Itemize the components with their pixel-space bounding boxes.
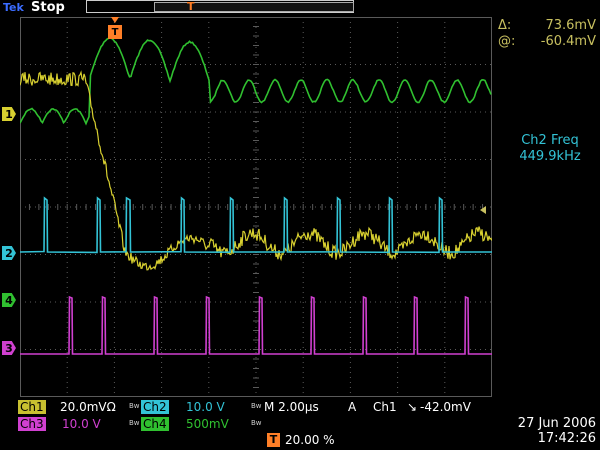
ch2-label[interactable]: Ch2 (141, 400, 169, 414)
date-time: 27 Jun 2006 17:42:26 (502, 416, 596, 446)
trigger-position-value[interactable]: 20.00 % (285, 433, 335, 447)
trigger-position-arrow (111, 17, 119, 23)
ch3-label[interactable]: Ch3 (18, 417, 46, 431)
ch4-scale[interactable]: 500mV (186, 417, 229, 431)
record-view-window[interactable] (154, 2, 354, 12)
ch1-waveform (20, 70, 492, 271)
cursor-delta-value: 73.6mV (545, 18, 596, 33)
ch1-scale[interactable]: 20.0mVΩ (60, 400, 116, 414)
time: 17:42:26 (537, 431, 596, 446)
trigger-slope-icon: ↘ (407, 400, 418, 414)
waveform-display[interactable] (20, 17, 492, 397)
run-status[interactable]: Stop (31, 0, 65, 15)
ch4-waveform (20, 37, 492, 126)
ch4-label[interactable]: Ch4 (141, 417, 169, 431)
ch2-bw-limit: Bw (251, 402, 262, 410)
measurement-value: 449.9kHz (519, 149, 581, 164)
timebase-setting[interactable]: M 2.00µs (264, 400, 319, 414)
trigger-mode[interactable]: A (348, 400, 356, 414)
trigger-position-marker[interactable]: T (108, 25, 122, 39)
date: 27 Jun 2006 (517, 416, 596, 431)
ch1-marker[interactable]: 1 (2, 107, 16, 121)
cursor-at-label: @: (498, 34, 516, 49)
cursor-at-value: -60.4mV (540, 34, 596, 49)
trigger-position-icon: T (267, 433, 280, 447)
trigger-source[interactable]: Ch1 (373, 400, 397, 414)
tek-logo: Tek (3, 1, 24, 14)
record-trigger-indicator: T (187, 0, 195, 13)
cursor-delta-label: Δ: (498, 18, 512, 33)
ch3-marker[interactable]: 3 (2, 341, 16, 355)
ch2-scale[interactable]: 10.0 V (186, 400, 225, 414)
ch3-bw-limit: Bw (129, 419, 140, 427)
ch1-bw-limit: Bw (129, 402, 140, 410)
ch2-marker[interactable]: 2 (2, 246, 16, 260)
measurement-name: Ch2 Freq (521, 133, 579, 148)
ch3-scale[interactable]: 10.0 V (62, 417, 101, 431)
ch4-bw-limit: Bw (251, 419, 262, 427)
ch4-marker[interactable]: 4 (2, 293, 16, 307)
cursor-readout: Δ: 73.6mV @: -60.4mV (498, 18, 596, 50)
ch1-label[interactable]: Ch1 (18, 400, 46, 414)
trigger-level[interactable]: -42.0mV (420, 400, 471, 414)
measurement-readout: Ch2 Freq 449.9kHz (500, 133, 600, 165)
ch3-waveform (20, 295, 492, 355)
trigger-level-arrow[interactable] (480, 206, 486, 214)
